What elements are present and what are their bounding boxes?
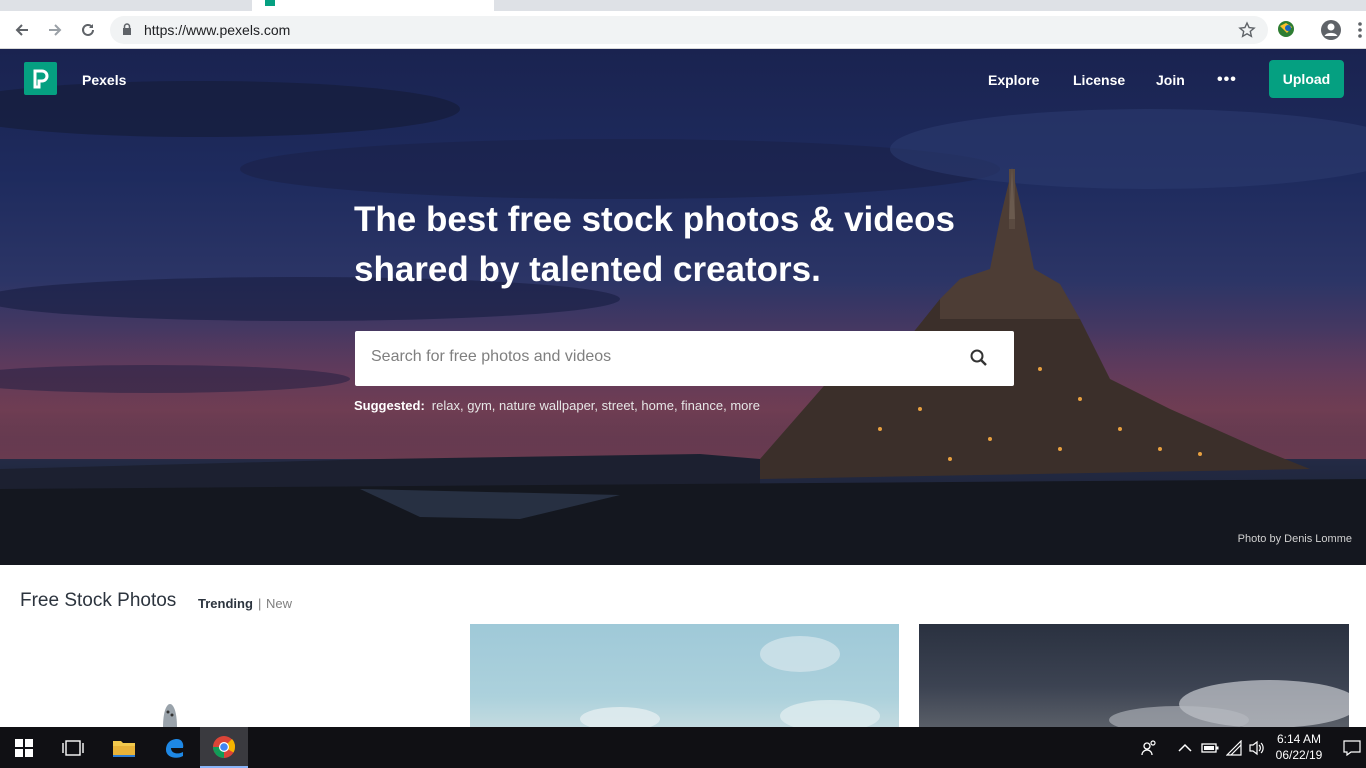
extension-icon[interactable] [1276,19,1296,39]
brand-name[interactable]: Pexels [82,72,126,88]
show-hidden-icons-button[interactable] [1178,727,1192,768]
profile-icon[interactable] [1320,19,1342,41]
chrome-icon [213,735,236,758]
search-input[interactable] [371,348,931,366]
forward-button[interactable] [44,19,66,41]
search-box[interactable] [355,331,1014,386]
clock-time: 6:14 AM [1276,732,1322,746]
nav-join[interactable]: Join [1156,72,1185,88]
url-text: https://www.pexels.com [144,22,291,38]
notification-icon [1343,739,1361,756]
lock-icon [123,23,131,35]
clock-date: 06/22/19 [1275,748,1323,762]
chrome-browser-button[interactable] [200,727,248,768]
suggested-label: Suggested: [354,398,425,413]
reload-icon [82,23,94,36]
file-explorer-button[interactable] [100,727,148,768]
tab-strip [0,0,1366,11]
browser-toolbar: https://www.pexels.com [0,11,1366,49]
task-view-icon [62,739,84,756]
suggestion-link[interactable]: nature wallpaper [499,398,594,413]
photo-image [1109,680,1349,728]
volume-button[interactable] [1248,727,1266,768]
folder-icon [113,740,135,757]
pexels-favicon-icon [265,0,275,6]
suggestion-link[interactable]: street [602,398,635,413]
suggestion-link[interactable]: home [641,398,674,413]
edge-browser-button[interactable] [150,727,198,768]
address-bar[interactable]: https://www.pexels.com [110,16,1268,44]
photo-thumbnail[interactable] [470,624,899,728]
system-clock[interactable]: 6:14 AM 06/22/19 [1274,731,1324,763]
start-button[interactable] [0,727,48,768]
suggestion-link[interactable]: finance [681,398,723,413]
chevron-up-icon [1178,743,1192,752]
arrow-right-icon [49,24,62,36]
nav-license[interactable]: License [1073,72,1125,88]
suggestion-link[interactable]: relax [432,398,460,413]
windows-logo-icon [15,738,33,757]
suggested-searches: Suggested: relax, gym, nature wallpaper, … [354,398,760,413]
hero-background-image [0,81,1366,565]
task-view-button[interactable] [50,727,96,768]
bookmark-star-icon[interactable] [1238,21,1256,39]
windows-taskbar: 6:14 AM 06/22/19 [0,727,1366,768]
tab-previous[interactable] [0,0,250,11]
edge-icon [166,738,184,758]
reload-button[interactable] [77,19,99,41]
upload-button[interactable]: Upload [1269,60,1344,98]
section-title: Free Stock Photos [20,590,177,611]
tab-separator: | [258,596,262,611]
battery-icon [1201,742,1219,753]
photo-credit[interactable]: Photo by Denis Lomme [1238,533,1352,545]
pexels-logo[interactable] [24,62,57,95]
kebab-menu-icon[interactable] [1356,20,1364,40]
action-center-button[interactable] [1343,727,1361,768]
photo-thumbnail[interactable] [919,624,1349,728]
search-icon[interactable] [969,348,989,368]
hero-banner: Pexels Explore License Join ••• Upload T… [0,49,1366,565]
people-button[interactable] [1140,727,1158,768]
photo-image [580,636,880,728]
hero-headline: The best free stock photos & videos shar… [354,200,955,289]
suggestion-link[interactable]: gym [467,398,492,413]
speaker-icon [1249,740,1264,755]
people-icon [1141,739,1156,755]
arrow-left-icon [15,24,28,36]
pexels-logo-icon [33,69,48,88]
network-button[interactable] [1226,727,1244,768]
more-menu-button[interactable]: ••• [1217,71,1237,89]
wifi-icon [1226,739,1242,756]
nav-explore[interactable]: Explore [988,72,1039,88]
back-button[interactable] [11,19,33,41]
tab-active[interactable] [252,0,494,11]
tab-new[interactable]: New [266,596,292,611]
suggestion-more-link[interactable]: more [730,398,760,413]
tab-trending[interactable]: Trending [198,596,253,611]
photo-thumbnail-partial[interactable] [155,700,185,728]
battery-button[interactable] [1201,727,1219,768]
